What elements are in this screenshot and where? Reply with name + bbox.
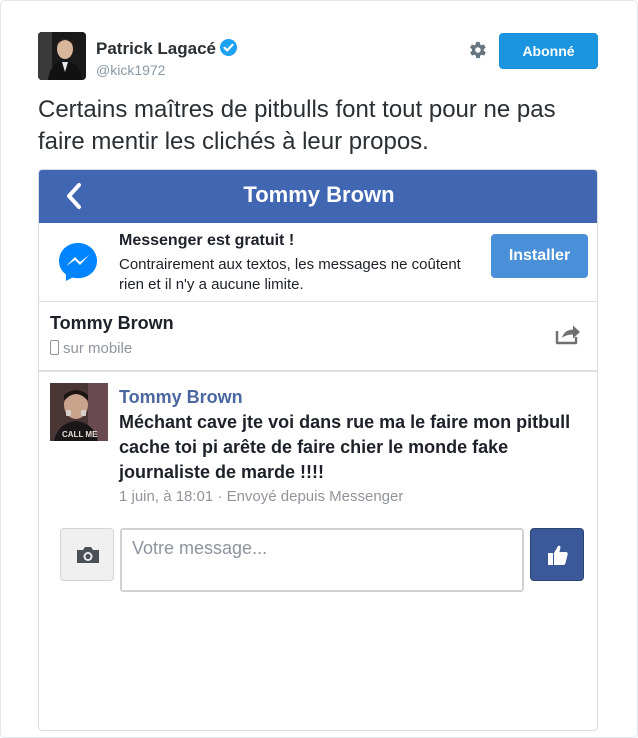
embedded-screenshot: Tommy Brown Messenger est gratuit ! Cont… — [38, 169, 598, 731]
camera-icon — [77, 547, 99, 563]
back-chevron-icon[interactable] — [63, 181, 85, 211]
author-name-text: Patrick Lagacé — [96, 39, 217, 58]
messenger-header: Tommy Brown — [39, 170, 597, 223]
contact-status-text: sur mobile — [63, 340, 133, 357]
share-icon[interactable] — [554, 322, 582, 346]
tweet-text: Certains maîtres de pitbulls font tout p… — [38, 96, 556, 155]
contact-name[interactable]: Tommy Brown — [50, 313, 174, 334]
message-timestamp: 1 juin, à 18:01 · Envoyé depuis Messenge… — [119, 488, 404, 505]
phone-icon — [50, 340, 59, 355]
sender-avatar[interactable]: CALL ME — [50, 383, 108, 441]
camera-button[interactable] — [60, 528, 114, 581]
verified-badge-icon — [220, 39, 238, 56]
like-button[interactable] — [530, 528, 584, 581]
divider — [39, 301, 597, 302]
gear-icon[interactable] — [466, 39, 488, 61]
messenger-promo: Messenger est gratuit ! Contrairement au… — [39, 223, 597, 301]
promo-title: Messenger est gratuit ! — [119, 232, 295, 249]
thumbs-up-icon — [548, 545, 568, 565]
svg-text:CALL ME: CALL ME — [62, 430, 98, 439]
author-name[interactable]: Patrick Lagacé — [96, 39, 238, 59]
promo-description: Contrairement aux textos, les messages n… — [119, 256, 461, 293]
conversation-title: Tommy Brown — [243, 182, 395, 207]
message-author[interactable]: Tommy Brown — [119, 387, 243, 408]
author-avatar[interactable] — [38, 32, 86, 80]
contact-status: sur mobile — [50, 340, 132, 357]
message-input[interactable] — [120, 528, 524, 592]
messenger-icon — [56, 240, 100, 284]
tweet-card: Patrick Lagacé @kick1972 Abonné Certains… — [0, 0, 638, 738]
divider — [39, 370, 597, 372]
author-handle[interactable]: @kick1972 — [96, 62, 165, 78]
message-body: Méchant cave jte voi dans rue ma le fair… — [119, 412, 571, 482]
follow-button[interactable]: Abonné — [499, 33, 598, 69]
install-button[interactable]: Installer — [491, 234, 588, 278]
